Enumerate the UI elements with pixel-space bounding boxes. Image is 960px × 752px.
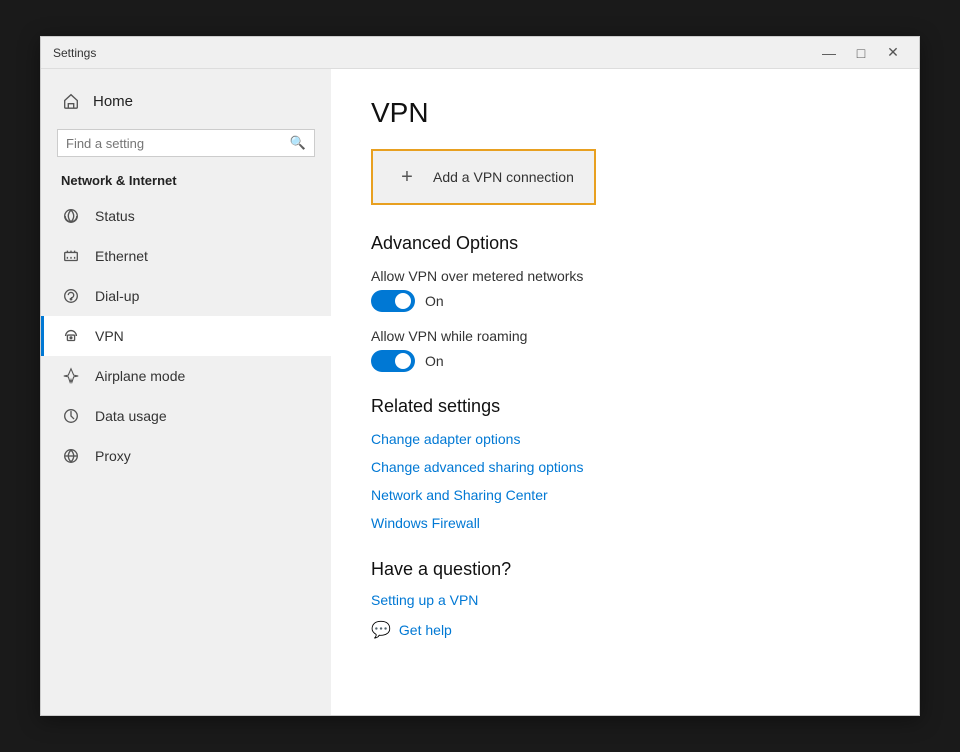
sidebar-item-vpn[interactable]: VPN	[41, 316, 331, 356]
titlebar-controls: — □ ✕	[815, 42, 907, 64]
titlebar: Settings — □ ✕	[41, 37, 919, 69]
search-box[interactable]: 🔍	[57, 129, 315, 157]
related-settings-heading: Related settings	[371, 396, 879, 417]
link-windows-firewall[interactable]: Windows Firewall	[371, 515, 879, 531]
link-network-sharing-center[interactable]: Network and Sharing Center	[371, 487, 879, 503]
close-button[interactable]: ✕	[879, 42, 907, 64]
ethernet-label: Ethernet	[95, 248, 148, 264]
feedback-icon: 💬	[371, 620, 391, 640]
setting-up-vpn-link[interactable]: Setting up a VPN	[371, 592, 879, 608]
toggle-metered-label: Allow VPN over metered networks	[371, 268, 879, 284]
toggle-metered-state: On	[425, 293, 444, 309]
advanced-options-heading: Advanced Options	[371, 233, 879, 254]
toggle-roaming-container: On	[371, 350, 879, 372]
dialup-icon	[61, 286, 81, 306]
add-vpn-label: Add a VPN connection	[433, 169, 574, 185]
page-title: VPN	[371, 97, 879, 129]
titlebar-title: Settings	[53, 46, 96, 60]
add-vpn-button[interactable]: + Add a VPN connection	[371, 149, 596, 205]
get-help-label: Get help	[399, 622, 452, 638]
toggle-roaming-switch[interactable]	[371, 350, 415, 372]
related-settings-section: Related settings Change adapter options …	[371, 396, 879, 531]
toggle-metered-switch[interactable]	[371, 290, 415, 312]
proxy-label: Proxy	[95, 448, 131, 464]
sidebar-section-title: Network & Internet	[41, 169, 331, 196]
toggle-roaming-state: On	[425, 353, 444, 369]
sidebar-item-proxy[interactable]: Proxy	[41, 436, 331, 476]
datausage-label: Data usage	[95, 408, 167, 424]
sidebar-home-link[interactable]: Home	[41, 81, 331, 121]
maximize-button[interactable]: □	[847, 42, 875, 64]
toggle-metered-container: On	[371, 290, 879, 312]
search-icon: 🔍	[290, 135, 306, 151]
status-icon	[61, 206, 81, 226]
main-content: VPN + Add a VPN connection Advanced Opti…	[331, 69, 919, 715]
plus-icon: +	[393, 163, 421, 191]
vpn-icon	[61, 326, 81, 346]
toggle-roaming-label: Allow VPN while roaming	[371, 328, 879, 344]
sidebar-item-datausage[interactable]: Data usage	[41, 396, 331, 436]
toggle-metered-networks: Allow VPN over metered networks On	[371, 268, 879, 312]
link-change-sharing[interactable]: Change advanced sharing options	[371, 459, 879, 475]
dialup-label: Dial-up	[95, 288, 139, 304]
get-help-link[interactable]: 💬 Get help	[371, 620, 879, 640]
ethernet-icon	[61, 246, 81, 266]
airplane-label: Airplane mode	[95, 368, 185, 384]
proxy-icon	[61, 446, 81, 466]
minimize-button[interactable]: —	[815, 42, 843, 64]
have-question-title: Have a question?	[371, 559, 879, 580]
sidebar: Home 🔍 Network & Internet Status	[41, 69, 331, 715]
sidebar-item-status[interactable]: Status	[41, 196, 331, 236]
status-label: Status	[95, 208, 135, 224]
vpn-label: VPN	[95, 328, 124, 344]
link-change-adapter[interactable]: Change adapter options	[371, 431, 879, 447]
datausage-icon	[61, 406, 81, 426]
airplane-icon	[61, 366, 81, 386]
home-icon	[61, 91, 81, 111]
search-input[interactable]	[66, 136, 284, 151]
sidebar-item-dialup[interactable]: Dial-up	[41, 276, 331, 316]
sidebar-item-airplane[interactable]: Airplane mode	[41, 356, 331, 396]
content-area: Home 🔍 Network & Internet Status	[41, 69, 919, 715]
have-question-section: Have a question? Setting up a VPN 💬 Get …	[371, 559, 879, 640]
home-label: Home	[93, 93, 133, 110]
settings-window: Settings — □ ✕ Home 🔍 Netwo	[40, 36, 920, 716]
sidebar-item-ethernet[interactable]: Ethernet	[41, 236, 331, 276]
toggle-roaming: Allow VPN while roaming On	[371, 328, 879, 372]
